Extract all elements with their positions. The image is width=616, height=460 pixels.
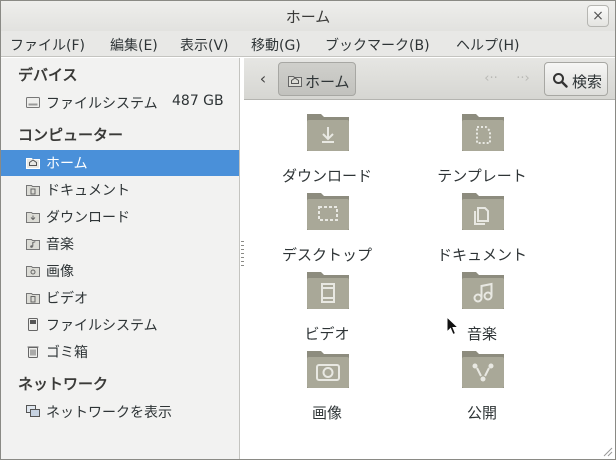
folder-view[interactable]: ダウンロード テンプレート デスクトップ ドキュメント ビデオ 音楽 画像 公開	[244, 101, 615, 459]
filesystem-icon	[28, 318, 38, 331]
sidebar-heading-network: ネットワーク	[18, 375, 109, 393]
sidebar-item-filesystem[interactable]: ファイルシステム	[1, 312, 239, 338]
sidebar-heading-devices: デバイス	[18, 66, 78, 84]
sidebar-item-filesystem-device[interactable]: ファイルシステム 487 GB	[1, 90, 239, 116]
sidebar-item-documents[interactable]: ドキュメント	[1, 177, 239, 203]
folder-item-documents[interactable]: ドキュメント	[417, 188, 547, 264]
drive-icon	[26, 97, 40, 108]
menu-file[interactable]: ファイル(F)	[10, 35, 85, 55]
downloads-folder-icon	[26, 212, 40, 223]
home-folder-icon	[288, 76, 302, 87]
sidebar-item-label: 画像	[46, 264, 74, 280]
close-button[interactable]: ×	[587, 5, 609, 27]
folder-item-templates[interactable]: テンプレート	[417, 109, 547, 185]
sidebar-item-home[interactable]: ホーム	[1, 150, 239, 176]
documents-folder-icon	[462, 193, 504, 230]
back-button[interactable]: ‹	[252, 62, 274, 96]
folder-label: 音楽	[466, 325, 497, 343]
path-crumb-home[interactable]: ホーム	[278, 62, 356, 96]
sidebar-item-videos[interactable]: ビデオ	[1, 285, 239, 311]
window-resize-grip-icon[interactable]	[601, 445, 613, 457]
sidebar-item-downloads[interactable]: ダウンロード	[1, 204, 239, 230]
title-bar[interactable]: ホーム ×	[1, 1, 615, 31]
menu-bar: ファイル(F) 編集(E) 表示(V) 移動(G) ブックマーク(B) ヘルプ(…	[1, 31, 615, 57]
folder-item-pictures[interactable]: 画像	[262, 346, 392, 422]
videos-folder-icon	[307, 272, 349, 309]
trash-icon	[27, 346, 39, 358]
music-folder-icon	[462, 272, 504, 309]
network-icon	[26, 405, 40, 417]
desktop-folder-icon	[307, 193, 349, 230]
sidebar-item-label: ファイルシステム	[46, 96, 158, 112]
sidebar-item-music[interactable]: 音楽	[1, 231, 239, 257]
sidebar-item-browse-network[interactable]: ネットワークを表示	[1, 399, 239, 425]
search-icon	[553, 73, 568, 88]
sidebar-item-pictures[interactable]: 画像	[1, 258, 239, 284]
previous-location-button[interactable]: ‹··	[478, 62, 504, 96]
crumb-label: ホーム	[305, 73, 350, 91]
folder-label: ドキュメント	[436, 246, 527, 264]
search-label: 検索	[572, 73, 603, 91]
menu-view[interactable]: 表示(V)	[180, 35, 229, 55]
folder-label: 公開	[466, 404, 497, 422]
public-folder-icon	[462, 351, 504, 388]
sidebar-item-label: 音楽	[46, 237, 74, 253]
sidebar-heading-computer: コンピューター	[18, 126, 124, 144]
menu-go[interactable]: 移動(G)	[251, 35, 301, 55]
downloads-folder-icon	[307, 114, 349, 151]
home-folder-icon	[26, 158, 40, 169]
sidebar-item-label: ダウンロード	[46, 210, 130, 226]
pictures-folder-icon	[26, 266, 40, 277]
videos-folder-icon	[26, 293, 40, 304]
sidebar: デバイス ファイルシステム 487 GB コンピューター ホーム ドキュメント …	[1, 58, 240, 459]
menu-help[interactable]: ヘルプ(H)	[456, 35, 519, 55]
folder-label: ダウンロード	[281, 167, 372, 185]
folder-item-downloads[interactable]: ダウンロード	[262, 109, 392, 185]
menu-edit[interactable]: 編集(E)	[110, 35, 158, 55]
mouse-pointer-icon	[446, 316, 460, 336]
sidebar-item-label: ネットワークを表示	[46, 405, 172, 421]
pictures-folder-icon	[307, 351, 349, 388]
sidebar-item-label: ゴミ箱	[46, 345, 88, 361]
sidebar-item-trash[interactable]: ゴミ箱	[1, 339, 239, 365]
folder-item-desktop[interactable]: デスクトップ	[262, 188, 392, 264]
folder-label: デスクトップ	[281, 246, 372, 264]
menu-bookmarks[interactable]: ブックマーク(B)	[325, 35, 430, 55]
device-size: 487 GB	[172, 93, 224, 109]
sidebar-item-label: ホーム	[46, 156, 88, 172]
folder-item-videos[interactable]: ビデオ	[262, 267, 392, 343]
file-manager-window: ホーム × ファイル(F) 編集(E) 表示(V) 移動(G) ブックマーク(B…	[0, 0, 616, 460]
sidebar-item-label: ファイルシステム	[46, 318, 158, 334]
folder-item-music[interactable]: 音楽	[417, 267, 547, 343]
folder-label: ビデオ	[304, 325, 350, 343]
folder-label: 画像	[311, 404, 342, 422]
documents-folder-icon	[26, 185, 40, 196]
next-location-button[interactable]: ··›	[510, 62, 536, 96]
templates-folder-icon	[462, 114, 504, 151]
music-folder-icon	[26, 239, 40, 250]
folder-label: テンプレート	[437, 167, 527, 185]
sidebar-item-label: ドキュメント	[46, 183, 130, 199]
sidebar-item-label: ビデオ	[46, 291, 88, 307]
folder-item-public[interactable]: 公開	[417, 346, 547, 422]
window-title: ホーム	[285, 8, 331, 26]
search-button[interactable]: 検索	[544, 62, 608, 96]
toolbar: ‹ ホーム ‹·· ··› 検索	[244, 58, 615, 100]
